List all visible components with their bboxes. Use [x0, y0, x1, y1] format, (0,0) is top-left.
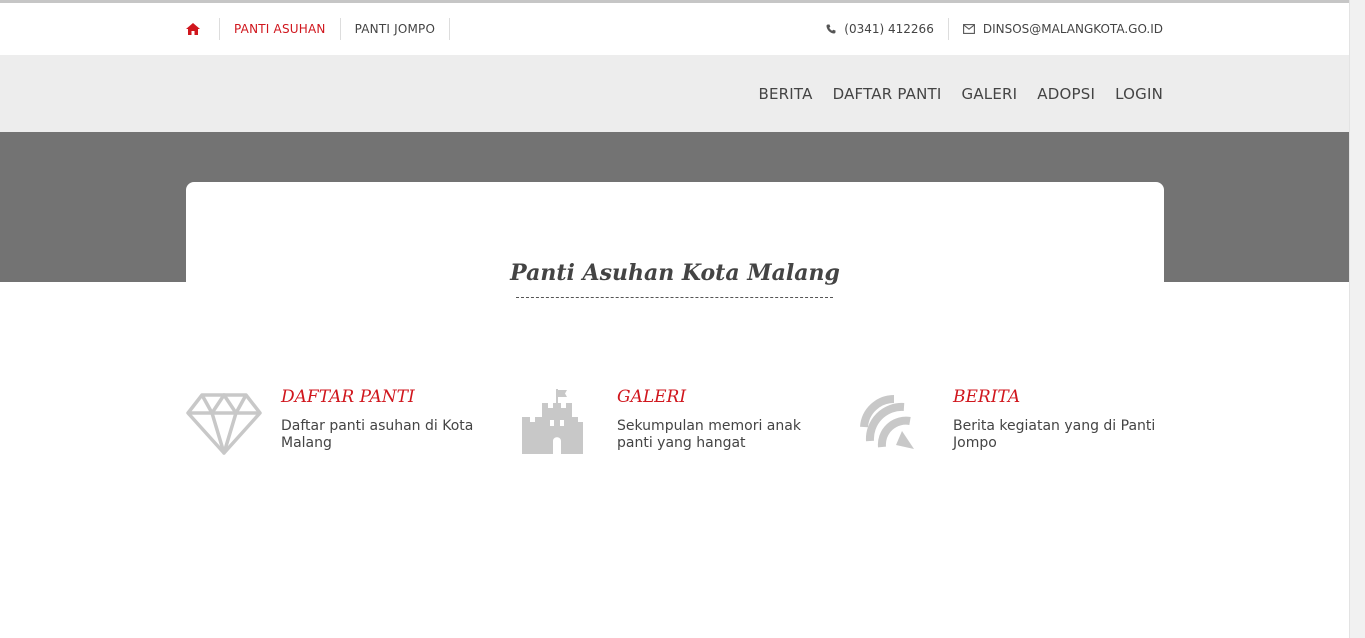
nav-item-berita[interactable]: BERITA	[759, 85, 813, 103]
feature-berita[interactable]: BERITA Berita kegiatan yang di Panti Jom…	[858, 387, 1168, 467]
top-bar-links: PANTI ASUHAN PANTI JOMPO	[186, 3, 451, 55]
phone-icon	[826, 24, 836, 34]
home-icon	[186, 23, 200, 35]
feature-daftar-panti[interactable]: DAFTAR PANTI Daftar panti asuhan di Kota…	[186, 387, 496, 467]
phone-contact: (0341) 412266	[826, 18, 949, 40]
page-title: Panti Asuhan Kota Malang	[510, 260, 840, 286]
top-link-panti-asuhan[interactable]: PANTI ASUHAN	[220, 18, 341, 40]
hero-card: Panti Asuhan Kota Malang	[186, 182, 1164, 312]
feature-title[interactable]: DAFTAR PANTI	[281, 387, 415, 407]
features-section: DAFTAR PANTI Daftar panti asuhan di Kota…	[186, 387, 1164, 467]
rss-icon	[860, 394, 914, 449]
top-bar: PANTI ASUHAN PANTI JOMPO (0341) 412266 D…	[0, 3, 1349, 55]
feature-description: Daftar panti asuhan di Kota Malang	[281, 418, 474, 451]
nav-item-adopsi[interactable]: ADOPSI	[1037, 85, 1095, 103]
nav-item-daftar-panti[interactable]: DAFTAR PANTI	[833, 85, 942, 103]
envelope-icon	[962, 24, 975, 34]
home-link[interactable]	[186, 18, 220, 40]
diamond-icon	[186, 393, 262, 455]
feature-description: Berita kegiatan yang di Panti Jompo	[953, 418, 1156, 451]
email-contact[interactable]: DINSOS@MALANGKOTA.GO.ID	[949, 18, 1163, 40]
top-link-panti-jompo[interactable]: PANTI JOMPO	[341, 18, 451, 40]
vertical-scrollbar[interactable]	[1349, 0, 1365, 638]
top-bar-contacts: (0341) 412266 DINSOS@MALANGKOTA.GO.ID	[826, 3, 1163, 55]
title-divider	[516, 297, 833, 298]
main-navbar: BERITA DAFTAR PANTI GALERI ADOPSI LOGIN	[0, 55, 1349, 132]
feature-galeri[interactable]: GALERI Sekumpulan memori anak panti yang…	[522, 387, 832, 467]
nav-item-login[interactable]: LOGIN	[1115, 85, 1163, 103]
feature-description: Sekumpulan memori anak panti yang hangat	[617, 418, 801, 451]
feature-title[interactable]: BERITA	[953, 387, 1020, 407]
nav-item-galeri[interactable]: GALERI	[962, 85, 1018, 103]
castle-icon	[522, 389, 583, 454]
email-address: DINSOS@MALANGKOTA.GO.ID	[982, 22, 1163, 36]
feature-title[interactable]: GALERI	[617, 387, 686, 407]
main-nav-menu: BERITA DAFTAR PANTI GALERI ADOPSI LOGIN	[739, 55, 1163, 132]
phone-number: (0341) 412266	[844, 22, 934, 36]
